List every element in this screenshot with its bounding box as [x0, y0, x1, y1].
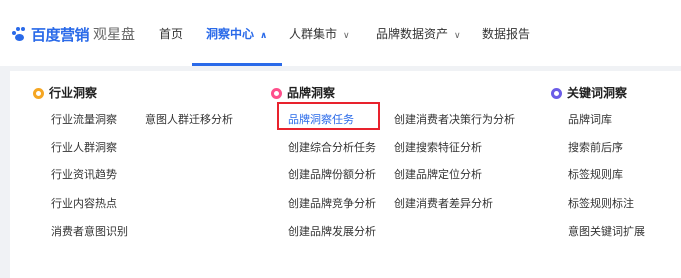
nav-insight-center-label: 洞察中心: [206, 27, 255, 41]
menu-item-consumer-decision[interactable]: 创建消费者决策行为分析: [394, 113, 515, 126]
product-name: 观星盘: [93, 27, 136, 43]
keyword-insight-title: 关键词洞察: [567, 86, 628, 100]
menu-item-industry-news[interactable]: 行业资讯趋势: [51, 168, 117, 181]
menu-item-intent-keyword-expansion[interactable]: 意图关键词扩展: [568, 225, 645, 238]
menu-item-intent-migration[interactable]: 意图人群迁移分析: [145, 113, 233, 126]
menu-item-comprehensive-analysis[interactable]: 创建综合分析任务: [288, 141, 376, 154]
keyword-insight-icon: [551, 87, 562, 99]
active-tab-indicator: [192, 63, 282, 66]
chevron-down-icon: ∨: [343, 31, 350, 41]
industry-insight-heading: 行业洞察: [33, 86, 97, 100]
brand-insight-heading: 品牌洞察: [271, 86, 335, 100]
menu-item-consumer-intent[interactable]: 消费者意图识别: [51, 225, 128, 238]
chevron-down-icon: ∨: [454, 31, 461, 41]
industry-insight-icon: [33, 87, 44, 99]
menu-item-tag-annotation[interactable]: 标签规则标注: [568, 197, 634, 210]
menu-item-industry-traffic[interactable]: 行业流量洞察: [51, 113, 117, 126]
nav-insight-center[interactable]: 洞察中心 ∧: [206, 27, 267, 43]
logo[interactable]: 百度营销 观星盘: [12, 24, 135, 44]
baidu-paw-icon: [12, 26, 28, 42]
menu-item-consumer-difference[interactable]: 创建消费者差异分析: [394, 197, 493, 210]
menu-item-brand-competition[interactable]: 创建品牌竞争分析: [288, 197, 376, 210]
highlight-box: [277, 102, 380, 130]
nav-audience-market-label: 人群集市: [289, 27, 338, 41]
brand-name: 百度营销: [31, 25, 90, 44]
top-navigation-bar: 百度营销 观星盘 首页 洞察中心 ∧ 人群集市 ∨ 品牌数据资产 ∨ 数据报告: [0, 0, 681, 66]
keyword-insight-heading: 关键词洞察: [551, 86, 627, 100]
menu-item-industry-audience[interactable]: 行业人群洞察: [51, 141, 117, 154]
nav-home[interactable]: 首页: [159, 27, 183, 41]
nav-brand-assets[interactable]: 品牌数据资产 ∨: [376, 27, 461, 43]
menu-item-search-sequence[interactable]: 搜索前后序: [568, 141, 623, 154]
menu-item-brand-share[interactable]: 创建品牌份额分析: [288, 168, 376, 181]
menu-item-industry-hotspot[interactable]: 行业内容热点: [51, 197, 117, 210]
nav-reports-label: 数据报告: [482, 27, 531, 41]
nav-reports[interactable]: 数据报告: [482, 27, 530, 41]
nav-home-label: 首页: [159, 27, 184, 41]
menu-item-brand-positioning[interactable]: 创建品牌定位分析: [394, 168, 482, 181]
chevron-up-icon: ∧: [260, 31, 268, 41]
menu-item-search-feature[interactable]: 创建搜索特征分析: [394, 141, 482, 154]
nav-brand-assets-label: 品牌数据资产: [376, 27, 449, 41]
brand-insight-icon: [271, 87, 282, 99]
menu-item-brand-lexicon[interactable]: 品牌词库: [568, 113, 612, 126]
menu-item-tag-rules[interactable]: 标签规则库: [568, 168, 623, 181]
brand-insight-title: 品牌洞察: [287, 86, 336, 100]
industry-insight-title: 行业洞察: [49, 86, 98, 100]
menu-item-brand-development[interactable]: 创建品牌发展分析: [288, 225, 376, 238]
nav-audience-market[interactable]: 人群集市 ∨: [289, 27, 350, 43]
